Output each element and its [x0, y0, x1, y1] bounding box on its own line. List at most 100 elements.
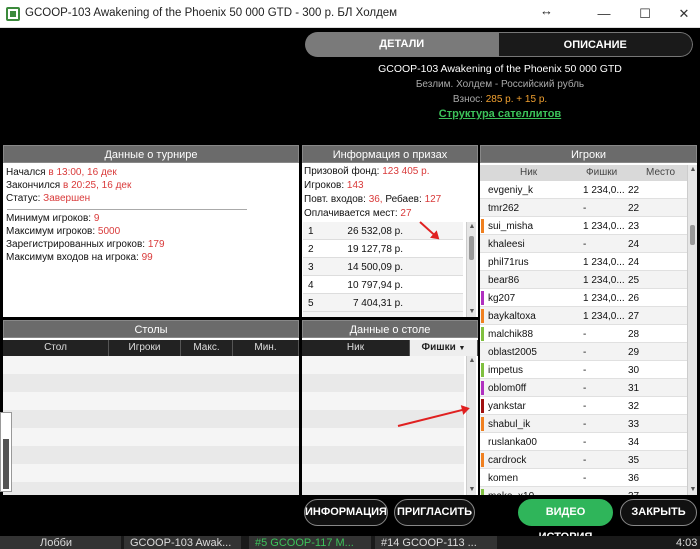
scroll-up-icon[interactable]: ▲: [467, 222, 477, 232]
players-panel: Игроки Ник Фишки Место evgeniy_k 1 234,0.…: [480, 145, 697, 495]
scroll-thumb[interactable]: [690, 225, 695, 245]
tournament-name: GCOOP-103 Awakening of the Phoenix 50 00…: [378, 63, 622, 75]
player-chips: 1 234,0...: [583, 293, 625, 304]
player-nick: sui_misha: [488, 221, 534, 232]
tab-gcoop-103[interactable]: GCOOP-103 Awak...: [124, 536, 241, 549]
player-place: 32: [628, 401, 640, 412]
table-row[interactable]: make_x10 - 37: [480, 487, 687, 495]
table-row[interactable]: baykaltoxa 1 234,0... 27: [480, 307, 687, 325]
player-place: 22: [628, 185, 640, 196]
table-row[interactable]: shabul_ik - 33: [480, 415, 687, 433]
player-mark: [481, 345, 484, 359]
col-table[interactable]: Стол: [3, 340, 109, 356]
table-row[interactable]: malchik88 - 28: [480, 325, 687, 343]
player-nick: kg207: [488, 293, 516, 304]
col-place[interactable]: Место: [646, 167, 675, 178]
minimize-icon[interactable]: —: [592, 4, 616, 24]
satellites-link[interactable]: Структура сателлитов: [305, 108, 695, 120]
player-nick: malchik88: [488, 329, 534, 340]
tables-list[interactable]: [3, 356, 299, 495]
payout-amount: 7 404,31 р.: [352, 298, 403, 309]
table-row[interactable]: phil71rus 1 234,0... 24: [480, 253, 687, 271]
col-max[interactable]: Макс.: [181, 340, 233, 356]
buyin-label: Взнос:: [452, 94, 483, 105]
col-nick[interactable]: Ник: [302, 340, 410, 356]
payout-place: 4: [308, 280, 314, 291]
table-row[interactable]: cardrock - 35: [480, 451, 687, 469]
player-chips: 1 234,0...: [583, 257, 625, 268]
payout-row: 3 14 500,09 р.: [303, 258, 463, 276]
player-mark: [481, 291, 484, 305]
player-nick: cardrock: [488, 455, 527, 466]
player-place: 24: [628, 257, 640, 268]
player-mark: [481, 237, 484, 251]
payout-amount: 14 500,09 р.: [347, 262, 403, 273]
table-row[interactable]: khaleesi - 24: [480, 235, 687, 253]
scroll-thumb[interactable]: [469, 236, 474, 260]
table-row[interactable]: tmr262 - 22: [480, 199, 687, 217]
player-chips: -: [583, 329, 587, 340]
table-row[interactable]: kg207 1 234,0... 26: [480, 289, 687, 307]
close-button[interactable]: ЗАКРЫТЬ: [620, 499, 697, 526]
payout-place: 2: [308, 244, 314, 255]
player-mark: [481, 273, 484, 287]
tab-gcoop-113[interactable]: #14 GCOOP-113 ...: [375, 536, 497, 549]
table-row[interactable]: ruslanka00 - 34: [480, 433, 687, 451]
player-chips: -: [583, 437, 587, 448]
table-row[interactable]: impetus - 30: [480, 361, 687, 379]
payout-amount: 19 127,78 р.: [347, 244, 403, 255]
tab-details[interactable]: ДЕТАЛИ: [305, 32, 499, 57]
tab-lobby[interactable]: Лобби: [0, 536, 121, 549]
table-row[interactable]: sui_misha 1 234,0... 23: [480, 217, 687, 235]
maximize-icon[interactable]: ☐: [633, 4, 657, 24]
invite-button[interactable]: ПРИГЛАСИТЬ: [394, 499, 475, 526]
panel-title: Данные о турнире: [3, 145, 299, 163]
registered-line: Зарегистрированных игроков: 179: [6, 239, 165, 250]
col-min[interactable]: Мин.: [233, 340, 299, 356]
table-row[interactable]: oblom0ff - 31: [480, 379, 687, 397]
max-players-line: Максимум игроков: 5000: [6, 226, 121, 237]
close-icon[interactable]: ✕: [672, 4, 696, 24]
scroll-down-icon[interactable]: ▼: [467, 485, 477, 495]
player-mark: [481, 417, 484, 431]
players-scrollbar[interactable]: ▲ ▼: [687, 165, 697, 495]
buyin: Взнос: 285 р. + 15 р.: [305, 94, 695, 105]
col-chips-sorted[interactable]: Фишки ▼: [410, 340, 478, 356]
tournament-info-panel: Данные о турнире Начался в 13:00, 16 дек…: [3, 145, 299, 317]
scroll-down-icon[interactable]: ▼: [467, 307, 477, 317]
table-row[interactable]: bear86 1 234,0... 25: [480, 271, 687, 289]
resize-arrows-icon[interactable]: ↔: [540, 3, 553, 18]
info-button[interactable]: ИНФОРМАЦИЯ: [304, 499, 388, 526]
player-nick: phil71rus: [488, 257, 529, 268]
tab-gcoop-117[interactable]: #5 GCOOP-117 M...: [249, 536, 371, 549]
table-row[interactable]: komen - 36: [480, 469, 687, 487]
player-nick: yankstar: [488, 401, 526, 412]
player-place: 24: [628, 239, 640, 250]
player-chips: -: [583, 239, 587, 250]
scroll-up-icon[interactable]: ▲: [688, 165, 698, 175]
player-place: 27: [628, 311, 640, 322]
col-nick[interactable]: Ник: [520, 167, 537, 178]
sort-down-icon: ▼: [458, 345, 466, 352]
payout-scrollbar[interactable]: ▲ ▼: [466, 222, 476, 317]
scroll-up-icon[interactable]: ▲: [467, 356, 477, 366]
player-chips: 1 234,0...: [583, 311, 625, 322]
table-row[interactable]: evgeniy_k 1 234,0... 22: [480, 181, 687, 199]
player-chips: -: [583, 365, 587, 376]
player-mark: [481, 201, 484, 215]
table-players-list[interactable]: [302, 356, 464, 495]
player-mark: [481, 327, 484, 341]
col-players[interactable]: Игроки: [109, 340, 181, 356]
col-chips[interactable]: Фишки: [586, 167, 617, 178]
scroll-down-icon[interactable]: ▼: [688, 485, 698, 495]
players-count-line: Игроков: 143: [304, 180, 364, 191]
min-players-line: Минимум игроков: 9: [6, 213, 100, 224]
tab-description[interactable]: ОПИСАНИЕ: [498, 32, 693, 57]
table-row[interactable]: oblast2005 - 29: [480, 343, 687, 361]
panel-title: Игроки: [480, 145, 697, 163]
max-entries-line: Максимум входов на игрока: 99: [6, 252, 153, 263]
table-data-scrollbar[interactable]: ▲ ▼: [466, 356, 476, 495]
players-list[interactable]: evgeniy_k 1 234,0... 22 tmr262-22 sui_misha 1…: [480, 181, 687, 495]
video-history-button[interactable]: ВИДЕО ИСТОРИЯ: [518, 499, 613, 543]
table-row[interactable]: yankstar - 32: [480, 397, 687, 415]
